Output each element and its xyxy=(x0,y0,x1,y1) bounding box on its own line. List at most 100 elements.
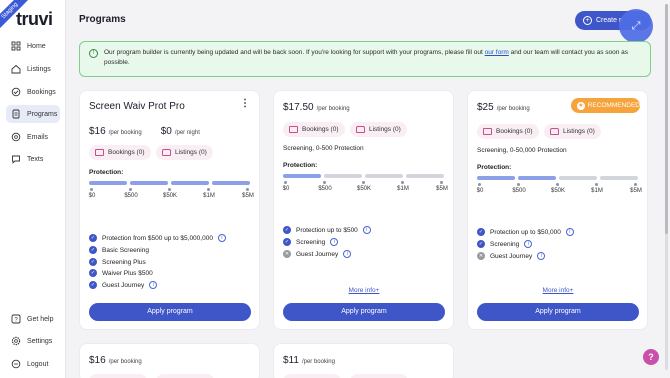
sidebar-item-programs[interactable]: Programs xyxy=(6,105,60,123)
protection-segment xyxy=(559,176,597,180)
sidebar-item-get-help[interactable]: ? Get help xyxy=(6,310,60,328)
scale-tick xyxy=(362,181,365,184)
protection-label: Protection: xyxy=(89,169,124,176)
protection-label: Protection: xyxy=(283,162,318,169)
app-logo[interactable]: truvi xyxy=(16,9,53,30)
listings-pill[interactable]: Listings (0) xyxy=(156,145,213,160)
sidebar-item-settings[interactable]: Settings xyxy=(6,332,60,350)
scale-tick-label: $1M xyxy=(397,186,409,192)
feature-text: Screening Plus xyxy=(102,258,146,266)
info-icon[interactable]: i xyxy=(565,228,574,236)
feature-text: Guest Journey xyxy=(102,281,145,289)
info-icon[interactable]: i xyxy=(362,226,371,234)
info-icon[interactable]: i xyxy=(537,252,546,260)
recommended-badge: ★ RECOMMENDED xyxy=(571,98,640,113)
check-icon: ✓ xyxy=(283,238,291,246)
program-name: Screen Waiv Prot Pro xyxy=(89,101,185,112)
protection-segment xyxy=(406,174,444,178)
sidebar-item-texts[interactable]: Texts xyxy=(6,150,60,168)
check-icon: ✓ xyxy=(89,269,97,277)
price-row: $16 /per booking xyxy=(89,355,142,366)
bookings-pill[interactable]: Bookings (0) xyxy=(89,145,151,160)
protection-segment xyxy=(600,176,638,180)
scale-tick-label: $1M xyxy=(203,193,215,199)
feature-text: Protection from $500 up to $5,000,000 xyxy=(102,234,213,242)
check-icon: ✓ xyxy=(89,234,97,242)
protection-segment xyxy=(212,181,250,185)
program-card: $25 /per booking ★ RECOMMENDED Bookings (… xyxy=(467,90,648,330)
update-notice: ! Our program builder is currently being… xyxy=(79,41,651,77)
listings-pill[interactable]: Listings (0) xyxy=(350,122,407,137)
notice-text-before: Our program builder is currently being u… xyxy=(104,49,485,56)
recommended-label: RECOMMENDED xyxy=(587,102,640,109)
bookings-icon xyxy=(11,87,21,97)
sidebar-item-logout[interactable]: Logout xyxy=(6,355,60,373)
listings-pill[interactable]: Listings (0) xyxy=(544,124,601,139)
scale-tick-label: $500 xyxy=(512,188,526,194)
feature-item: ✕ Guest Journey i xyxy=(477,252,546,260)
more-info-link[interactable]: More info+ xyxy=(349,287,380,294)
info-icon[interactable]: i xyxy=(343,250,352,258)
more-options-icon[interactable]: ⋮ xyxy=(240,99,250,109)
sidebar-item-bookings[interactable]: Bookings xyxy=(6,83,60,101)
listings-count: Listings (0) xyxy=(563,128,595,135)
scale-tick-label: $50K xyxy=(162,193,178,199)
apply-program-button[interactable]: Apply program xyxy=(89,303,251,321)
check-icon: ✓ xyxy=(89,246,97,254)
feature-text: Screening xyxy=(296,238,326,246)
listings-pill[interactable] xyxy=(156,374,214,378)
scale-tick xyxy=(634,183,637,186)
apply-program-button[interactable]: Apply program xyxy=(477,303,639,321)
help-chat-button[interactable]: ? xyxy=(643,349,659,365)
info-icon[interactable]: i xyxy=(149,281,158,289)
feature-item: ✕ Guest Journey i xyxy=(283,250,352,258)
calendar-icon xyxy=(289,126,298,133)
bookings-pill[interactable]: Bookings (0) xyxy=(477,124,539,139)
sidebar: Staging truvi Home Listings Bookings Pro… xyxy=(0,0,66,378)
sidebar-item-label: Get help xyxy=(27,315,54,323)
sidebar-item-listings[interactable]: Listings xyxy=(6,60,60,78)
price-row: $16 /per booking $0 /per night xyxy=(89,126,200,137)
scale-tick-label: $1M xyxy=(591,188,603,194)
apply-program-button[interactable]: Apply program xyxy=(283,303,445,321)
sidebar-item-emails[interactable]: Emails xyxy=(6,128,60,146)
expand-icon[interactable]: ⤢ xyxy=(619,9,653,43)
bookings-pill[interactable]: Bookings (0) xyxy=(283,122,345,137)
scale-tick-label: $0 xyxy=(476,188,484,194)
price-unit: /per booking xyxy=(316,106,350,112)
bookings-count: Bookings (0) xyxy=(302,126,339,133)
bookings-pill[interactable] xyxy=(89,374,147,378)
scale-tick xyxy=(440,181,443,184)
more-info-link[interactable]: More info+ xyxy=(543,287,574,294)
feature-item: ✓ Waiver Plus $500 xyxy=(89,269,153,277)
price-row: $17.50 /per booking xyxy=(283,102,350,113)
program-card: $11 /per booking xyxy=(273,343,454,378)
info-icon[interactable]: i xyxy=(217,234,226,242)
scale-tick-label: $500 xyxy=(318,186,332,192)
screening-summary: Screening, 0-50,000 Protection xyxy=(477,147,567,154)
bookings-pill[interactable] xyxy=(283,374,341,378)
listings-count: Listings (0) xyxy=(369,126,401,133)
feature-item: ✓ Screening Plus xyxy=(89,258,146,266)
sidebar-item-home[interactable]: Home xyxy=(6,37,60,55)
logout-icon xyxy=(11,359,21,369)
feature-text: Basic Screening xyxy=(102,246,149,254)
price-unit: /per booking xyxy=(496,106,530,112)
feature-text: Protection up to $500 xyxy=(296,226,358,234)
scale-tick-label: $5M xyxy=(242,193,254,199)
chat-icon xyxy=(11,154,21,164)
check-icon: ✓ xyxy=(283,226,291,234)
check-icon: ✓ xyxy=(477,240,485,248)
notice-form-link[interactable]: our form xyxy=(485,49,509,56)
page-scrollbar[interactable] xyxy=(665,4,668,370)
scale-tick xyxy=(556,183,559,186)
page-title: Programs xyxy=(79,14,126,25)
sidebar-item-label: Settings xyxy=(27,337,53,345)
listings-pill[interactable] xyxy=(350,374,408,378)
protection-segment xyxy=(477,176,515,180)
scale-tick xyxy=(246,188,249,191)
protection-segment xyxy=(171,181,209,185)
info-icon[interactable]: i xyxy=(330,238,339,246)
info-icon[interactable]: i xyxy=(524,240,533,248)
scrollbar-thumb[interactable] xyxy=(665,4,668,234)
